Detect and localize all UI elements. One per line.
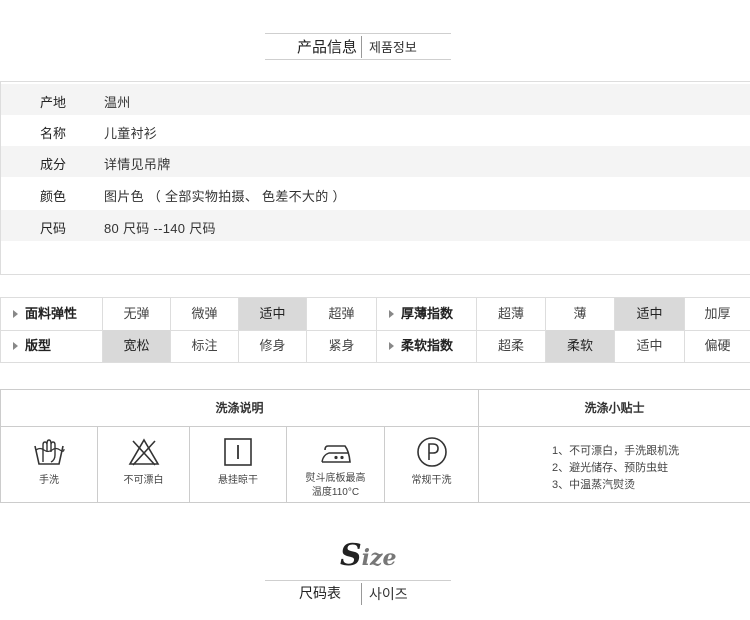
info-value: 80 尺码 --140 尺码 <box>104 221 216 236</box>
info-value: 详情见吊牌 <box>104 157 171 172</box>
attr-option-selected: 适中 <box>239 298 307 330</box>
attr-option: 紧身 <box>307 330 377 362</box>
product-info-title-kr: 제품정보 <box>369 40 417 55</box>
attr-option: 超薄 <box>477 298 546 330</box>
attr-option-selected: 适中 <box>615 298 685 330</box>
product-info-title: 产品信息 <box>297 39 358 56</box>
wash-tips-list: 1、不可漂白，手洗跟机洗 2、避光储存、预防虫蛀 3、中温蒸汽熨烫 <box>552 443 679 494</box>
attr-label-softness: 柔软指数 <box>377 330 477 362</box>
info-value: 温州 <box>104 95 131 110</box>
attr-option: 修身 <box>239 330 307 362</box>
wash-label: 常规干洗 <box>411 475 452 486</box>
wash-item-hand-wash: 手洗 <box>1 427 98 502</box>
wash-label: 悬挂晾干 <box>218 475 258 486</box>
attr-option: 加厚 <box>704 306 731 321</box>
info-row-size: 尺码 80 尺码 --140 尺码 <box>1 210 750 241</box>
info-row-name: 名称 儿童衬衫 <box>1 115 750 146</box>
info-row-origin: 产地 温州 <box>1 84 750 115</box>
attr-option: 微弹 <box>171 298 239 330</box>
wash-tips-title: 洗涤小贴士 <box>479 390 750 427</box>
attribute-row-2: 版型 宽松 标注 修身 紧身 柔软指数 超柔 柔软 适中 偏硬 <box>1 330 750 362</box>
wash-item-hang-dry: 悬挂晾干 <box>190 427 287 502</box>
size-chart-title: 尺码表 <box>299 585 341 601</box>
wash-tip: 3、中温蒸汽熨烫 <box>552 479 636 491</box>
attr-option-selected: 柔软 <box>546 330 615 362</box>
wash-title: 洗涤说明 <box>1 390 479 427</box>
product-info-header: 产品信息 제품정보 <box>0 33 750 73</box>
info-key: 尺码 <box>40 221 67 236</box>
attribute-table: 面料弹性 无弹 微弹 适中 超弹 厚薄指数 超薄 薄 适中 加厚 版型 宽松 标… <box>0 297 750 363</box>
info-key: 名称 <box>40 126 67 141</box>
attr-option: 无弹 <box>103 298 171 330</box>
wash-item-iron: 熨斗底板最高 温度110°C <box>287 427 385 502</box>
info-value: 图片色 （ 全部实物拍摄、 色差不大的 ） <box>104 189 346 204</box>
wash-item-no-bleach: 不可漂白 <box>98 427 190 502</box>
iron-icon <box>320 445 351 463</box>
info-key: 颜色 <box>40 189 67 204</box>
wash-label: 熨斗底板最高 温度110°C <box>305 473 366 498</box>
wash-instructions-table: 洗涤说明 洗涤小贴士 手洗 不可漂白 悬挂晾干 熨斗底板最高 温度110°C 常… <box>0 389 750 503</box>
no-bleach-icon <box>128 438 159 466</box>
hang-dry-icon <box>224 438 252 466</box>
attr-label-elasticity: 面料弹性 <box>1 298 103 330</box>
attr-option: 标注 <box>171 330 239 362</box>
info-value: 儿童衬衫 <box>104 126 158 141</box>
attr-label-thickness: 厚薄指数 <box>377 298 477 330</box>
size-chart-header: 尺码表 사이즈 <box>0 580 750 620</box>
attr-option: 超弹 <box>307 298 377 330</box>
size-chart-title-kr: 사이즈 <box>369 586 408 602</box>
attr-option: 偏硬 <box>704 338 731 353</box>
product-info-table: 产地 温州 名称 儿童衬衫 成分 详情见吊牌 颜色 图片色 （ 全部实物拍摄、 … <box>0 81 750 275</box>
attr-option: 薄 <box>546 298 615 330</box>
hand-wash-icon <box>34 439 65 465</box>
attr-option: 适中 <box>615 330 685 362</box>
wash-label: 手洗 <box>39 475 59 486</box>
info-key: 产地 <box>40 95 67 110</box>
dry-clean-icon <box>416 437 447 467</box>
wash-item-dry-clean: 常规干洗 <box>385 427 479 502</box>
wash-label: 不可漂白 <box>123 475 164 486</box>
info-row-color: 颜色 图片色 （ 全部实物拍摄、 色差不大的 ） <box>1 178 750 209</box>
wash-tip: 2、避光储存、预防虫蛀 <box>552 462 669 474</box>
size-chart-logo: Size <box>340 538 397 573</box>
attribute-row-1: 面料弹性 无弹 微弹 适中 超弹 厚薄指数 超薄 薄 适中 加厚 <box>1 298 750 331</box>
info-row-material: 成分 详情见吊牌 <box>1 146 750 177</box>
attr-label-fit: 版型 <box>1 330 103 362</box>
attr-option-selected: 宽松 <box>103 330 171 362</box>
wash-tip: 1、不可漂白，手洗跟机洗 <box>552 445 680 457</box>
info-key: 成分 <box>40 157 67 172</box>
attr-option: 超柔 <box>477 330 546 362</box>
